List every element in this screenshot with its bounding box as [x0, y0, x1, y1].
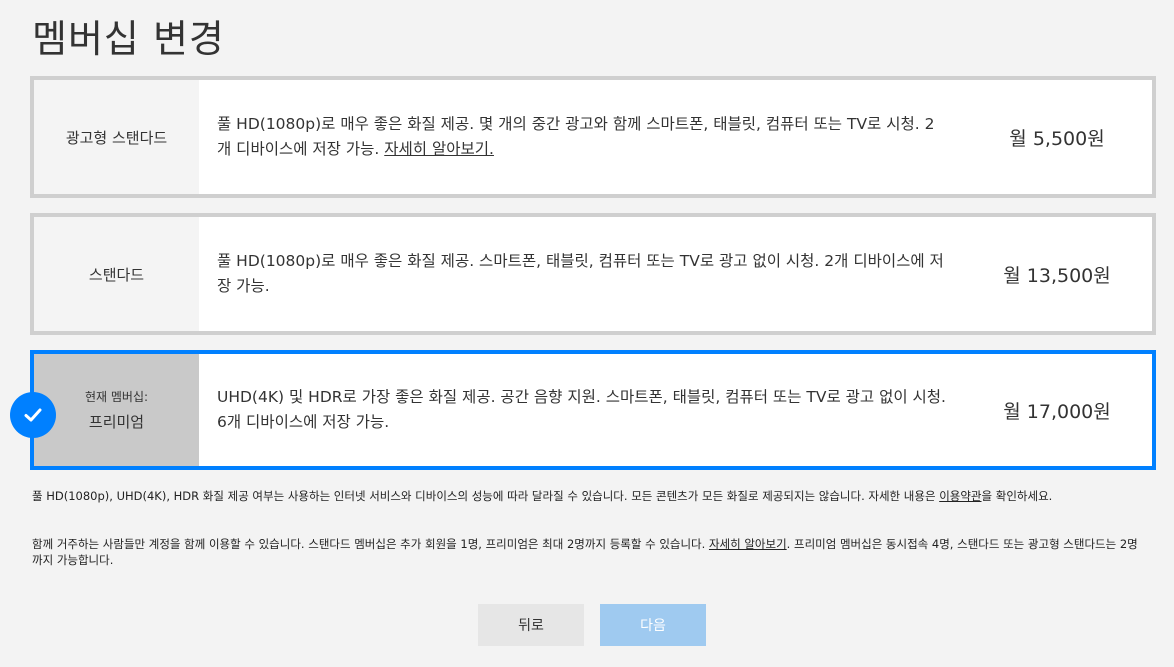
back-button[interactable]: 뒤로 — [478, 604, 584, 646]
plan-name-cell: 광고형 스탠다드 — [34, 80, 199, 194]
quality-note-suffix: 을 확인하세요. — [981, 489, 1053, 503]
learn-more-link[interactable]: 자세히 알아보기. — [384, 140, 494, 158]
plan-name: 스탠다드 — [88, 265, 145, 284]
plan-name: 광고형 스탠다드 — [65, 128, 168, 147]
household-note-text: 함께 거주하는 사람들만 계정을 함께 이용할 수 있습니다. 스탠다드 멤버십… — [32, 537, 709, 551]
household-note: 함께 거주하는 사람들만 계정을 함께 이용할 수 있습니다. 스탠다드 멤버십… — [32, 536, 1142, 568]
plan-description-cell: 풀 HD(1080p)로 매우 좋은 화질 제공. 몇 개의 중간 광고와 함께… — [199, 80, 962, 194]
plan-description: UHD(4K) 및 HDR로 가장 좋은 화질 제공. 공간 음향 지원. 스마… — [217, 388, 946, 431]
current-plan-label: 현재 멤버십: — [84, 390, 149, 404]
plan-price: 월 5,500원 — [1009, 127, 1105, 150]
plan-name-cell: 스탠다드 — [34, 217, 199, 331]
plan-card-standard[interactable]: 스탠다드 풀 HD(1080p)로 매우 좋은 화질 제공. 스마트폰, 태블릿… — [30, 213, 1156, 335]
quality-note: 풀 HD(1080p), UHD(4K), HDR 화질 제공 여부는 사용하는… — [32, 488, 1142, 504]
plan-price: 월 17,000원 — [1003, 400, 1111, 423]
next-button[interactable]: 다음 — [600, 604, 706, 646]
plan-description-cell: 풀 HD(1080p)로 매우 좋은 화질 제공. 스마트폰, 태블릿, 컴퓨터… — [199, 217, 962, 331]
plan-card-ad-standard[interactable]: 광고형 스탠다드 풀 HD(1080p)로 매우 좋은 화질 제공. 몇 개의 … — [30, 76, 1156, 198]
plan-name: 프리미엄 — [88, 413, 145, 431]
plan-name-cell: 현재 멤버십: 프리미엄 — [34, 354, 199, 466]
plan-description-cell: UHD(4K) 및 HDR로 가장 좋은 화질 제공. 공간 음향 지원. 스마… — [199, 354, 962, 466]
household-learn-more-link[interactable]: 자세히 알아보기 — [709, 537, 787, 551]
quality-note-text: 풀 HD(1080p), UHD(4K), HDR 화질 제공 여부는 사용하는… — [32, 489, 940, 503]
terms-link[interactable]: 이용약관 — [939, 489, 981, 503]
plan-card-premium[interactable]: 현재 멤버십: 프리미엄 UHD(4K) 및 HDR로 가장 좋은 화질 제공.… — [30, 350, 1156, 470]
plan-description: 풀 HD(1080p)로 매우 좋은 화질 제공. 몇 개의 중간 광고와 함께… — [217, 115, 935, 158]
page-title: 멤버십 변경 — [32, 17, 225, 61]
plan-description: 풀 HD(1080p)로 매우 좋은 화질 제공. 스마트폰, 태블릿, 컴퓨터… — [217, 252, 944, 295]
check-circle-icon — [10, 392, 56, 438]
plan-price: 월 13,500원 — [1003, 264, 1111, 287]
